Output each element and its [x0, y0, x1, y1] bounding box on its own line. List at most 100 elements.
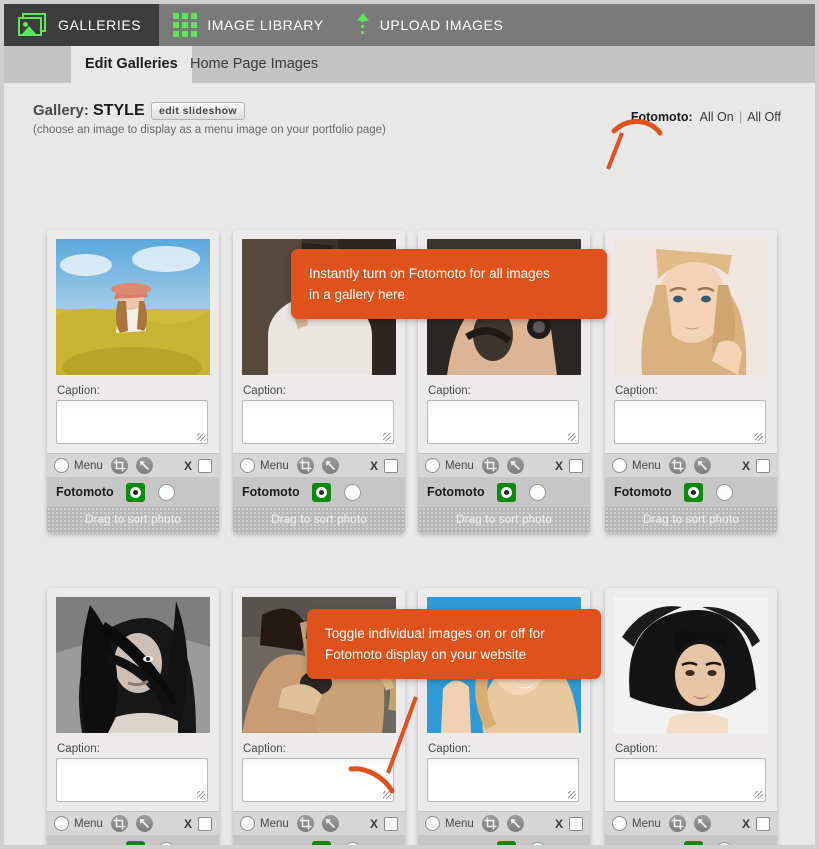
delete-label[interactable]: X [184, 459, 192, 473]
card-tool-row: Menu X [605, 811, 777, 835]
menu-label: Menu [632, 817, 661, 830]
delete-label[interactable]: X [555, 459, 563, 473]
photo-card[interactable]: Caption: Menu X Fotomoto Drag to sort ph… [47, 588, 219, 845]
fotomoto-off-radio[interactable] [715, 841, 733, 845]
fotomoto-label: Fotomoto [242, 843, 300, 845]
photo-thumbnail[interactable] [56, 597, 210, 733]
caption-input[interactable] [56, 758, 208, 802]
menu-radio[interactable] [240, 816, 255, 831]
callout-toggle: Toggle individual images on or off for F… [307, 609, 601, 679]
main-content: Gallery: STYLE edit slideshow (choose an… [4, 83, 815, 845]
caption-input[interactable] [427, 758, 579, 802]
move-arrow-icon[interactable] [693, 815, 711, 832]
card-body: Caption: [605, 588, 777, 802]
delete-checkbox[interactable] [569, 816, 583, 831]
crop-icon[interactable] [110, 457, 128, 474]
crop-icon[interactable] [668, 457, 686, 474]
delete-checkbox[interactable] [198, 816, 212, 831]
fotomoto-off-radio[interactable] [343, 841, 361, 845]
photo-thumbnail[interactable] [56, 239, 210, 375]
fotomoto-on-radio[interactable] [496, 482, 516, 502]
top-navigation: GALLERIES IMAGE LIBRARY UPLOAD IMAGES [4, 4, 815, 46]
drag-handle[interactable]: Drag to sort photo [418, 507, 590, 533]
menu-radio[interactable] [425, 816, 440, 831]
delete-label[interactable]: X [370, 817, 378, 831]
caption-input[interactable] [56, 400, 208, 444]
caption-input[interactable] [427, 400, 579, 444]
fotomoto-off-radio[interactable] [715, 483, 733, 501]
card-tool-row: Menu X [418, 811, 590, 835]
delete-label[interactable]: X [742, 817, 750, 831]
delete-label[interactable]: X [370, 459, 378, 473]
fotomoto-off-radio[interactable] [528, 483, 546, 501]
move-arrow-icon[interactable] [506, 815, 524, 832]
delete-checkbox[interactable] [756, 458, 770, 473]
photo-thumbnail[interactable] [614, 239, 768, 375]
fotomoto-off-radio[interactable] [528, 841, 546, 845]
drag-handle[interactable]: Drag to sort photo [233, 507, 405, 533]
fotomoto-on-radio[interactable] [125, 482, 145, 502]
menu-radio[interactable] [54, 458, 69, 473]
callout-all-on: Instantly turn on Fotomoto for all image… [291, 249, 607, 319]
crop-icon[interactable] [481, 815, 499, 832]
delete-label[interactable]: X [555, 817, 563, 831]
crop-icon[interactable] [296, 457, 314, 474]
nav-label-image-library: IMAGE LIBRARY [207, 17, 324, 33]
menu-radio[interactable] [54, 816, 69, 831]
move-arrow-icon[interactable] [321, 457, 339, 474]
drag-label: Drag to sort photo [456, 514, 552, 526]
fotomoto-on-radio[interactable] [311, 840, 331, 845]
menu-radio[interactable] [240, 458, 255, 473]
delete-label[interactable]: X [742, 459, 750, 473]
crop-icon[interactable] [110, 815, 128, 832]
fotomoto-row: Fotomoto [605, 835, 777, 845]
tab-edit-galleries[interactable]: Edit Galleries [71, 46, 192, 83]
card-body: Caption: [47, 230, 219, 444]
fotomoto-on-radio[interactable] [125, 840, 145, 845]
move-arrow-icon[interactable] [506, 457, 524, 474]
move-arrow-icon[interactable] [135, 457, 153, 474]
fotomoto-on-radio[interactable] [683, 840, 703, 845]
caption-label: Caption: [243, 385, 286, 397]
photo-card[interactable]: Caption: Menu X Fotomoto Drag to sort ph… [605, 230, 777, 533]
delete-checkbox[interactable] [384, 458, 398, 473]
fotomoto-off-radio[interactable] [343, 483, 361, 501]
photo-thumbnail[interactable] [614, 597, 768, 733]
drag-handle[interactable]: Drag to sort photo [605, 507, 777, 533]
fotomoto-on-radio[interactable] [496, 840, 516, 845]
app-window: GALLERIES IMAGE LIBRARY UPLOAD IMAGES Ed… [0, 0, 819, 849]
delete-checkbox[interactable] [384, 816, 398, 831]
caption-input[interactable] [614, 758, 766, 802]
move-arrow-icon[interactable] [135, 815, 153, 832]
nav-item-galleries[interactable]: GALLERIES [4, 4, 160, 46]
callout-all-on-line1: Instantly turn on Fotomoto for all image… [309, 266, 550, 281]
photo-card[interactable]: Caption: Menu X Fotomoto Drag to sort ph… [47, 230, 219, 533]
move-arrow-icon[interactable] [693, 457, 711, 474]
caption-input[interactable] [242, 758, 394, 802]
fotomoto-on-radio[interactable] [311, 482, 331, 502]
drag-handle[interactable]: Drag to sort photo [47, 507, 219, 533]
delete-checkbox[interactable] [569, 458, 583, 473]
nav-item-image-library[interactable]: IMAGE LIBRARY [159, 4, 341, 46]
photo-card[interactable]: Caption: Menu X Fotomoto Drag to sort ph… [605, 588, 777, 845]
menu-radio[interactable] [612, 816, 627, 831]
menu-radio[interactable] [612, 458, 627, 473]
fotomoto-off-radio[interactable] [157, 841, 175, 845]
caption-input[interactable] [242, 400, 394, 444]
crop-icon[interactable] [481, 457, 499, 474]
caption-input[interactable] [614, 400, 766, 444]
tab-home-page-images[interactable]: Home Page Images [176, 46, 332, 83]
nav-item-upload-images[interactable]: UPLOAD IMAGES [342, 4, 522, 46]
fotomoto-label: Fotomoto [614, 485, 672, 499]
menu-label: Menu [445, 817, 474, 830]
fotomoto-row: Fotomoto [418, 835, 590, 845]
menu-radio[interactable] [425, 458, 440, 473]
fotomoto-off-radio[interactable] [157, 483, 175, 501]
fotomoto-on-radio[interactable] [683, 482, 703, 502]
crop-icon[interactable] [296, 815, 314, 832]
delete-checkbox[interactable] [756, 816, 770, 831]
move-arrow-icon[interactable] [321, 815, 339, 832]
crop-icon[interactable] [668, 815, 686, 832]
delete-checkbox[interactable] [198, 458, 212, 473]
delete-label[interactable]: X [184, 817, 192, 831]
